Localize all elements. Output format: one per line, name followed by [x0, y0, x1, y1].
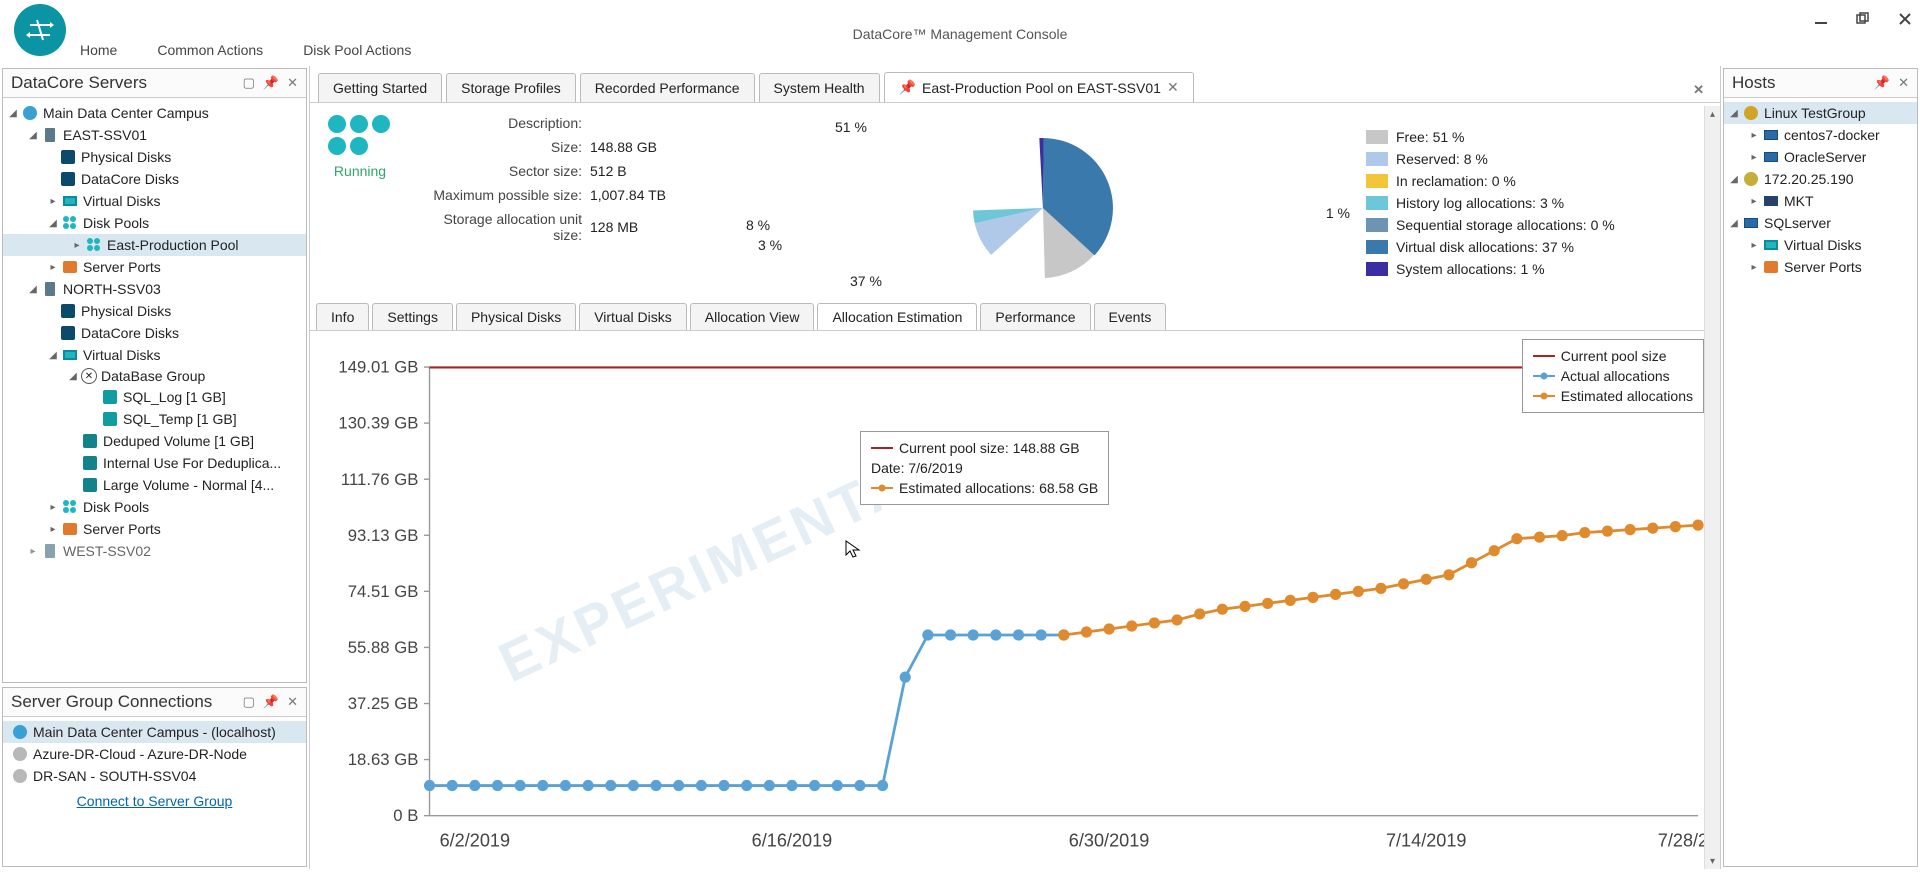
connect-to-server-group-link[interactable]: Connect to Server Group	[3, 793, 306, 809]
tree-item[interactable]: ◢Disk Pools	[3, 212, 306, 234]
tree-item[interactable]: DataCore Disks	[3, 168, 306, 190]
hosts-vd[interactable]: ▸Virtual Disks	[1724, 234, 1917, 256]
restore-button[interactable]	[1854, 10, 1872, 28]
svg-text:37.25 GB: 37.25 GB	[348, 694, 419, 713]
tree-item[interactable]: ▸Virtual Disks	[3, 190, 306, 212]
subtab-performance[interactable]: Performance	[980, 303, 1090, 330]
sgc-item-main[interactable]: Main Data Center Campus - (localhost)	[3, 721, 306, 743]
tree-item[interactable]: ◢Virtual Disks	[3, 344, 306, 366]
sgc-item-azure[interactable]: Azure-DR-Cloud - Azure-DR-Node	[3, 743, 306, 765]
tree-item[interactable]: SQL_Log [1 GB]	[3, 386, 306, 408]
hosts-ports[interactable]: ▸Server Ports	[1724, 256, 1917, 278]
hosts-mkt[interactable]: ▸MKT	[1724, 190, 1917, 212]
subtab-events[interactable]: Events	[1094, 303, 1167, 330]
tree-east-prod-pool[interactable]: ▸East-Production Pool	[3, 234, 306, 256]
chart-tooltip: Current pool size: 148.88 GB Date: 7/6/2…	[860, 431, 1109, 505]
minimize-button[interactable]	[1812, 10, 1830, 28]
tab-getting-started[interactable]: Getting Started	[318, 73, 442, 102]
pool-status-icon	[328, 115, 392, 157]
hosts-linux-group[interactable]: ◢Linux TestGroup	[1724, 102, 1917, 124]
panel-pin-icon[interactable]: 📌	[263, 694, 279, 710]
subtab-info[interactable]: Info	[316, 303, 369, 330]
panel-pin-icon[interactable]: 📌	[1874, 75, 1890, 91]
pie-label-51: 51 %	[835, 119, 867, 135]
subtab-allocation-estimation[interactable]: Allocation Estimation	[817, 303, 977, 330]
close-button[interactable]	[1896, 10, 1914, 28]
panel-close-icon[interactable]: ✕	[287, 75, 298, 91]
pin-icon: 📌	[899, 79, 916, 96]
tree-west[interactable]: ▸WEST-SSV02	[3, 540, 306, 562]
tree-item[interactable]: Deduped Volume [1 GB]	[3, 430, 306, 452]
pie-label-37: 37 %	[850, 273, 882, 289]
menu-common-actions[interactable]: Common Actions	[157, 42, 263, 58]
servers-tree[interactable]: ◢Main Data Center Campus ◢EAST-SSV01 Phy…	[3, 98, 306, 682]
tab-close-icon[interactable]: ✕	[1167, 79, 1179, 96]
scroll-up-icon[interactable]: ▴	[1705, 106, 1720, 122]
main-scrollbar[interactable]: ▴ ▾	[1704, 106, 1720, 869]
tab-pool-detail[interactable]: 📌 East-Production Pool on EAST-SSV01 ✕	[884, 72, 1194, 102]
tree-north[interactable]: ◢NORTH-SSV03	[3, 278, 306, 300]
tree-item[interactable]: Large Volume - Normal [4...	[3, 474, 306, 496]
panel-close-icon[interactable]: ✕	[1898, 75, 1909, 91]
allocation-chart: 149.01 GB 130.39 GB 111.76 GB 93.13 GB 74.51…	[318, 339, 1712, 869]
panel-window-icon[interactable]: ▢	[243, 694, 255, 710]
pie-legend: Free: 51 % Reserved: 8 % In reclamation:…	[1366, 115, 1696, 291]
svg-text:6/2/2019: 6/2/2019	[440, 830, 510, 850]
sgc-item-drsan[interactable]: DR-SAN - SOUTH-SSV04	[3, 765, 306, 787]
app-logo-icon	[14, 4, 66, 56]
tab-system-health[interactable]: System Health	[759, 73, 880, 102]
subtab-allocation-view[interactable]: Allocation View	[690, 303, 815, 330]
hosts-panel-title: Hosts	[1732, 73, 1775, 93]
menu-disk-pool-actions[interactable]: Disk Pool Actions	[303, 42, 411, 58]
tree-root[interactable]: ◢Main Data Center Campus	[3, 102, 306, 124]
tab-storage-profiles[interactable]: Storage Profiles	[446, 73, 576, 102]
pie-label-1: 1 %	[1326, 205, 1350, 221]
hosts-centos[interactable]: ▸centos7-docker	[1724, 124, 1917, 146]
servers-panel-title: DataCore Servers	[11, 73, 147, 93]
pie-label-8: 8 %	[746, 217, 770, 233]
hosts-tree[interactable]: ◢Linux TestGroup ▸centos7-docker ▸Oracle…	[1724, 98, 1917, 866]
subtab-physical-disks[interactable]: Physical Disks	[456, 303, 576, 330]
svg-text:93.13 GB: 93.13 GB	[348, 526, 419, 545]
hosts-sql[interactable]: ◢SQLserver	[1724, 212, 1917, 234]
svg-text:6/30/2019: 6/30/2019	[1069, 830, 1150, 850]
tree-east[interactable]: ◢EAST-SSV01	[3, 124, 306, 146]
svg-text:6/16/2019: 6/16/2019	[752, 830, 833, 850]
tree-item[interactable]: ◢✕DataBase Group	[3, 366, 306, 386]
tree-item[interactable]: ▸Server Ports	[3, 518, 306, 540]
chart-legend: Current pool size Actual allocations Est…	[1522, 339, 1704, 413]
tree-item[interactable]: Physical Disks	[3, 300, 306, 322]
pool-status-label: Running	[334, 163, 386, 179]
svg-text:55.88 GB: 55.88 GB	[348, 638, 419, 657]
svg-text:0 B: 0 B	[393, 806, 418, 825]
tree-item[interactable]: DataCore Disks	[3, 322, 306, 344]
pool-properties: Description: Size:148.88 GB Sector size:…	[420, 115, 720, 291]
tree-item[interactable]: SQL_Temp [1 GB]	[3, 408, 306, 430]
hosts-oracle[interactable]: ▸OracleServer	[1724, 146, 1917, 168]
tree-item[interactable]: Internal Use For Deduplica...	[3, 452, 306, 474]
svg-text:111.76 GB: 111.76 GB	[341, 470, 418, 489]
svg-text:18.63 GB: 18.63 GB	[348, 750, 419, 769]
pie-chart	[938, 108, 1148, 298]
tab-recorded-performance[interactable]: Recorded Performance	[580, 73, 755, 102]
tree-item[interactable]: ▸Server Ports	[3, 256, 306, 278]
svg-text:130.39 GB: 130.39 GB	[338, 414, 418, 433]
scroll-down-icon[interactable]: ▾	[1705, 853, 1720, 869]
pie-label-3: 3 %	[758, 237, 782, 253]
svg-text:149.01 GB: 149.01 GB	[338, 358, 418, 377]
subtab-virtual-disks[interactable]: Virtual Disks	[579, 303, 687, 330]
close-all-tabs-icon[interactable]: ✕	[1685, 78, 1712, 102]
tree-item[interactable]: ▸Disk Pools	[3, 496, 306, 518]
panel-pin-icon[interactable]: 📌	[263, 75, 279, 91]
app-title: DataCore™ Management Console	[853, 26, 1068, 42]
subtab-settings[interactable]: Settings	[372, 303, 453, 330]
panel-close-icon[interactable]: ✕	[287, 694, 298, 710]
menu-home[interactable]: Home	[80, 42, 117, 58]
hosts-ip[interactable]: ◢172.20.25.190	[1724, 168, 1917, 190]
tree-item[interactable]: Physical Disks	[3, 146, 306, 168]
svg-text:74.51 GB: 74.51 GB	[348, 582, 419, 601]
svg-text:7/14/2019: 7/14/2019	[1386, 830, 1467, 850]
panel-window-icon[interactable]: ▢	[243, 75, 255, 91]
sgc-panel-title: Server Group Connections	[11, 692, 212, 712]
